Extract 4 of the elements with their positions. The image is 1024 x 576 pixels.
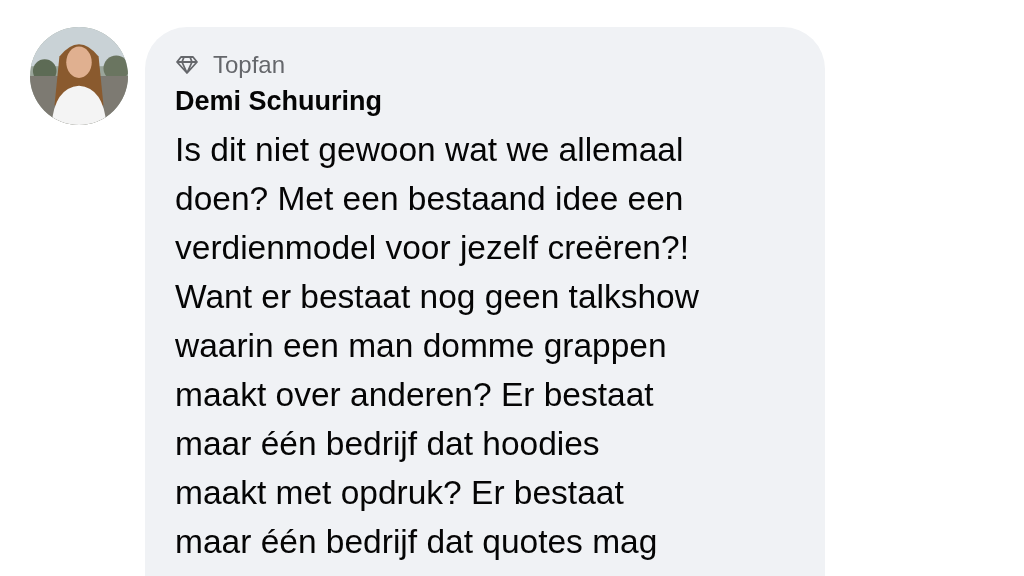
badge-label: Topfan — [213, 51, 286, 79]
author-name[interactable]: Demi Schuuring — [175, 83, 383, 119]
comment-text: Is dit niet gewoon wat we allemaal doen? Met een bestaand idee een verdienmodel voor jezelf creëren?! Want er bestaat nog geen talkshow waarin een man domme grappen maakt over anderen? Er bestaat maar één bedrijf dat hoodies maakt met opdruk? Er bestaat maar één bedrijf dat quotes mag — [175, 130, 699, 562]
diamond-icon — [175, 55, 199, 75]
